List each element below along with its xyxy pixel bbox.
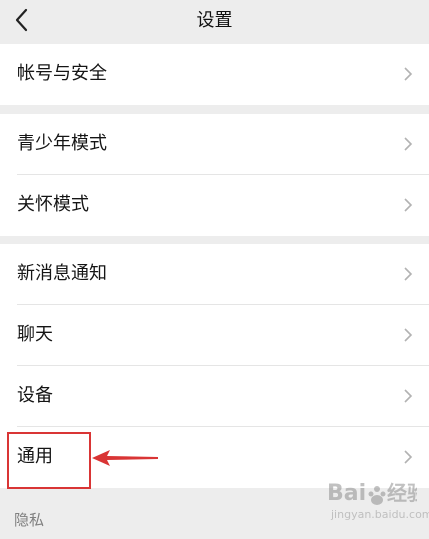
settings-group-modes: 青少年模式 关怀模式 [0, 114, 429, 236]
settings-group-account: 帐号与安全 [0, 44, 429, 105]
menu-item-devices[interactable]: 设备 [0, 366, 429, 427]
baidu-watermark-logo: Bai 经验 jingyan.baidu.com [327, 478, 429, 528]
menu-item-notifications[interactable]: 新消息通知 [0, 244, 429, 305]
menu-item-label: 关怀模式 [17, 194, 89, 215]
menu-item-label: 新消息通知 [17, 263, 107, 284]
menu-item-label: 帐号与安全 [17, 63, 107, 84]
svg-text:经验: 经验 [387, 481, 417, 505]
watermark-url: jingyan.baidu.com [331, 508, 429, 521]
menu-item-account-security[interactable]: 帐号与安全 [0, 44, 429, 105]
section-header-privacy: 隐私 [14, 511, 45, 529]
svg-text:Bai: Bai [327, 481, 366, 506]
menu-item-label: 聊天 [17, 324, 53, 345]
chevron-right-icon [404, 67, 413, 81]
menu-item-chat[interactable]: 聊天 [0, 305, 429, 366]
page-title: 设置 [196, 10, 233, 31]
chevron-right-icon [404, 450, 413, 464]
menu-item-care-mode[interactable]: 关怀模式 [0, 175, 429, 236]
menu-item-label: 青少年模式 [17, 133, 107, 154]
chevron-right-icon [404, 267, 413, 281]
arrow-left-icon [92, 450, 158, 466]
chevron-right-icon [404, 198, 413, 212]
menu-item-teen-mode[interactable]: 青少年模式 [0, 114, 429, 175]
menu-item-label: 设备 [17, 385, 53, 406]
highlight-box [7, 432, 91, 489]
chevron-right-icon [404, 328, 413, 342]
chevron-right-icon [404, 389, 413, 403]
nav-bar: 设置 [0, 0, 429, 43]
chevron-right-icon [404, 137, 413, 151]
